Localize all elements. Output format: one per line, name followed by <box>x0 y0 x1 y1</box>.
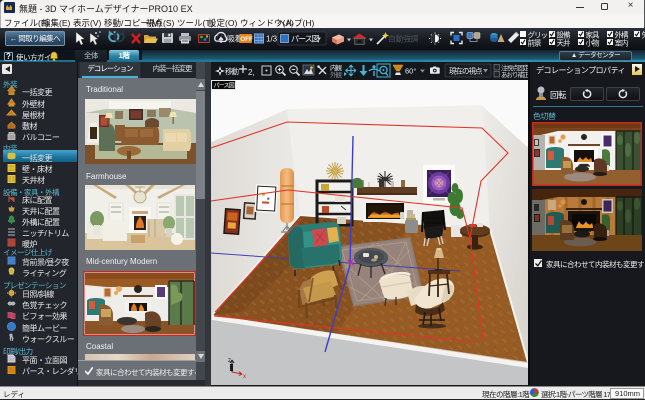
svg-text:内観: 内観 <box>330 63 343 72</box>
svg-text:矢印: 矢印 <box>642 30 645 40</box>
svg-text:OFF: OFF <box>240 36 253 43</box>
svg-text:自動強調: 自動強調 <box>388 34 418 44</box>
svg-text:パース図: パース図 <box>291 35 320 44</box>
svg-text:移動: 移動 <box>225 66 239 76</box>
svg-text:小物: 小物 <box>586 38 600 48</box>
svg-text:室内: 室内 <box>615 38 628 48</box>
svg-text:1/3: 1/3 <box>266 35 278 44</box>
svg-text:注視点固定: 注視点固定 <box>501 63 528 72</box>
svg-text:60°: 60° <box>405 67 416 76</box>
svg-text:天井: 天井 <box>557 38 571 48</box>
svg-text:あおり補正: あおり補正 <box>501 70 528 79</box>
svg-text:外観: 外観 <box>330 70 343 79</box>
svg-text:パース図: パース図 <box>214 83 235 90</box>
svg-text:現在の視点: 現在の視点 <box>449 66 483 76</box>
svg-text:2,: 2, <box>248 68 255 77</box>
svg-text:前景: 前景 <box>528 38 542 48</box>
svg-text:z: z <box>228 358 231 364</box>
svg-text:x: x <box>243 374 246 380</box>
